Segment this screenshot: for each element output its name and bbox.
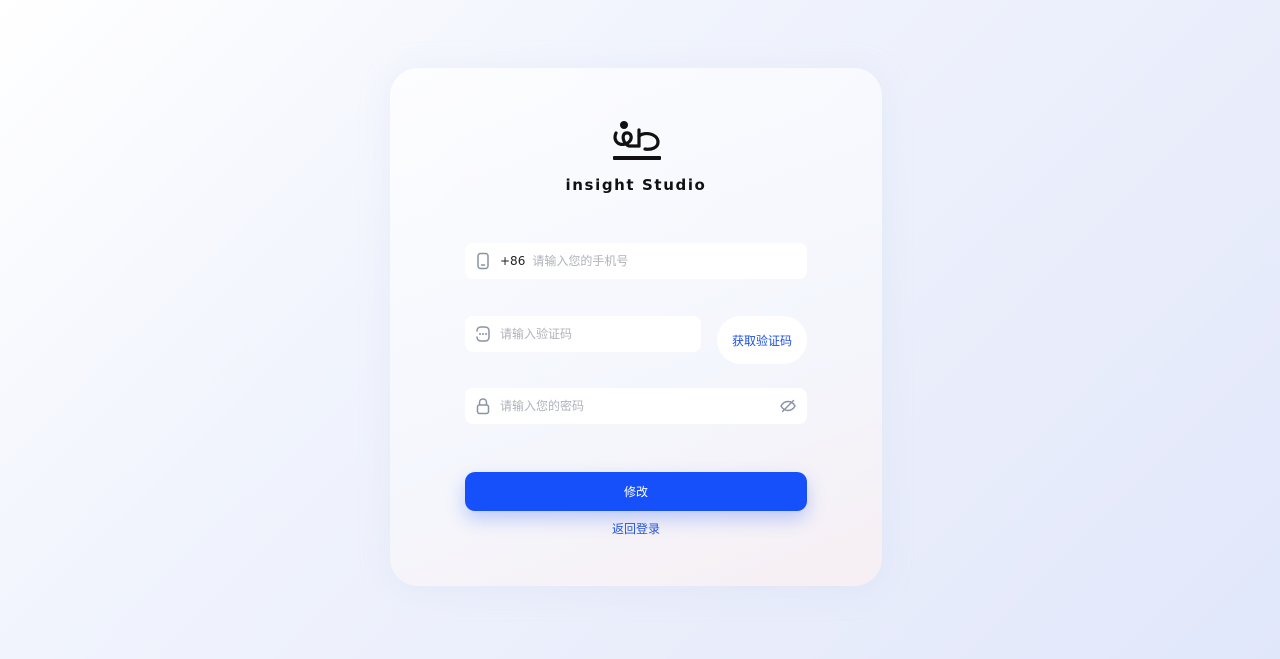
insight-studio-logo-icon	[611, 120, 663, 166]
eye-off-icon[interactable]	[779, 397, 797, 415]
back-to-login-link[interactable]: 返回登录	[586, 520, 686, 537]
brand-name: insight Studio	[565, 176, 707, 194]
message-icon	[474, 325, 492, 343]
phone-icon	[474, 252, 492, 270]
lock-icon	[474, 397, 492, 415]
submit-button[interactable]: 修改	[465, 472, 807, 511]
phone-input[interactable]	[532, 243, 807, 279]
country-code[interactable]: +86	[500, 254, 525, 268]
code-field	[465, 316, 701, 352]
password-field	[465, 388, 807, 424]
password-input[interactable]	[500, 388, 779, 424]
get-code-button[interactable]: 获取验证码	[717, 316, 807, 364]
phone-field: +86	[465, 243, 807, 279]
code-input[interactable]	[500, 316, 701, 352]
